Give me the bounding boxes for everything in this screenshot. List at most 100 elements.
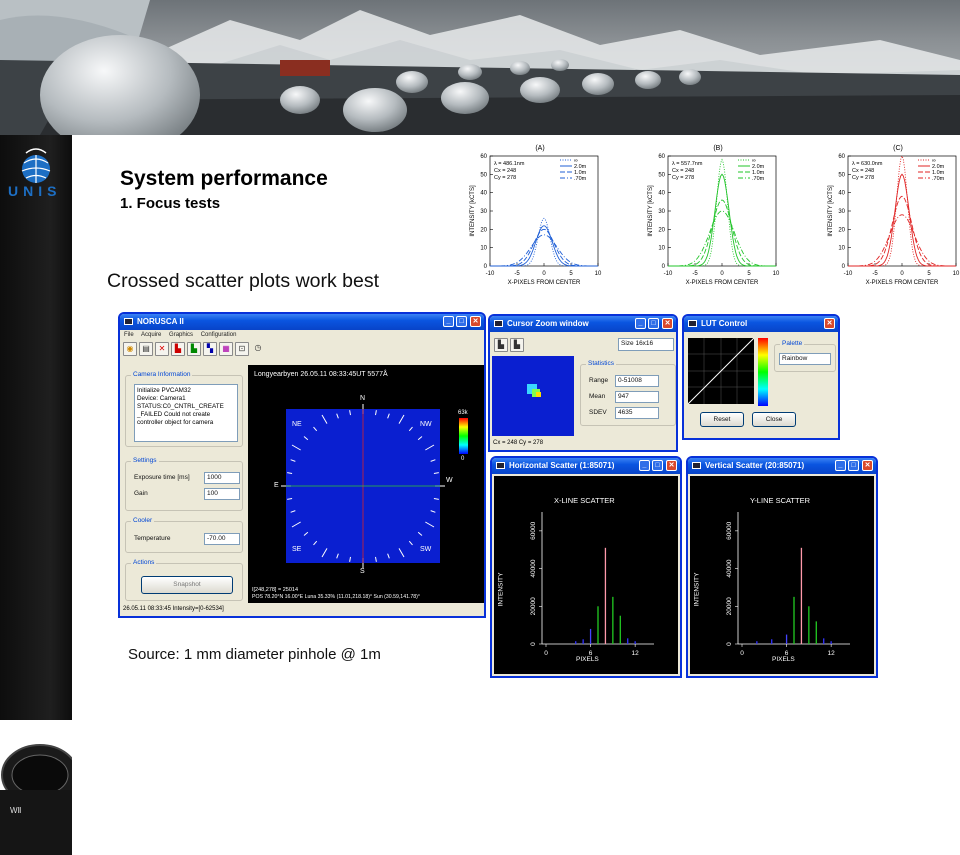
- compass-tick: [408, 540, 413, 546]
- scatter-icon[interactable]: ▙: [510, 338, 524, 352]
- menu-file[interactable]: File: [124, 332, 134, 338]
- actions-label: Actions: [131, 559, 157, 566]
- y-axis-label: INTENSITY [kCTS]: [648, 185, 654, 237]
- clock-icon[interactable]: ◷: [251, 342, 265, 356]
- legend-label: .70m: [932, 176, 945, 182]
- app-icon: [494, 320, 503, 327]
- compass-tick: [387, 413, 390, 419]
- zoom-size-select[interactable]: Size 16x16: [618, 338, 674, 351]
- reset-button[interactable]: Reset: [700, 412, 744, 427]
- close-button[interactable]: ✕: [824, 318, 835, 329]
- gain-label: Gain: [134, 490, 148, 497]
- hscatter-titlebar[interactable]: Horizontal Scatter (1:85071) _ □ ✕: [492, 458, 680, 474]
- vscatter-titlebar[interactable]: Vertical Scatter (20:85071) _ □ ✕: [688, 458, 876, 474]
- x-tick-label: 6: [589, 650, 593, 657]
- y-tick-label: 60: [480, 154, 487, 160]
- log-line: Device: Camera1: [137, 395, 186, 402]
- maximize-button[interactable]: □: [648, 318, 659, 329]
- window-title: NORUSCA II: [137, 317, 184, 326]
- close-button[interactable]: ✕: [470, 316, 481, 327]
- y-tick-label: 0: [530, 642, 537, 646]
- scatter-icon[interactable]: ▙: [187, 342, 201, 356]
- cooler-group: Cooler Temperature -70.00: [125, 517, 243, 553]
- stop-icon[interactable]: ✕: [155, 342, 169, 356]
- compass-tick: [375, 556, 377, 562]
- lut-curve[interactable]: [688, 338, 754, 404]
- hscatter-plot: X-LINE SCATTER INTENSITY PIXELS 0 20000 40…: [494, 476, 678, 674]
- unis-logo-text: UNIS: [8, 183, 62, 199]
- maximize-button[interactable]: □: [848, 460, 859, 471]
- menu-graphics[interactable]: Graphics: [169, 332, 193, 338]
- close-button[interactable]: ✕: [862, 460, 873, 471]
- colorbar-max: 63k: [458, 410, 468, 416]
- compass-sw: SW: [420, 546, 432, 553]
- colorbar-min: 0: [461, 456, 465, 462]
- menu-acquire[interactable]: Acquire: [141, 332, 161, 338]
- app-icon: [496, 462, 505, 469]
- close-lut-button[interactable]: Close: [752, 412, 796, 427]
- compass-tick: [287, 472, 293, 474]
- x-axis-label: X-PIXELS FROM CENTER: [686, 280, 759, 286]
- compass-tick: [408, 426, 413, 432]
- lambda-label: λ = 486.1nm: [494, 161, 525, 167]
- chart-icon[interactable]: ▙: [171, 342, 185, 356]
- window-title: LUT Control: [701, 319, 748, 328]
- intensity-curve: [490, 225, 598, 267]
- chart-icon[interactable]: ▙: [494, 338, 508, 352]
- minimize-button[interactable]: _: [635, 318, 646, 329]
- vertical-scatter-window[interactable]: Vertical Scatter (20:85071) _ □ ✕ Y-LINE…: [686, 456, 878, 678]
- norusca-titlebar[interactable]: NORUSCA II _ □ ✕: [120, 314, 484, 330]
- lut-titlebar[interactable]: LUT Control ✕: [684, 316, 838, 332]
- zoom-icon[interactable]: ⊡: [235, 342, 249, 356]
- x-tick-label: 5: [569, 271, 573, 277]
- palette-group: Palette Rainbow: [774, 340, 836, 372]
- histogram-icon[interactable]: ▚: [203, 342, 217, 356]
- palette-select[interactable]: Rainbow: [779, 353, 831, 365]
- minimize-button[interactable]: _: [835, 460, 846, 471]
- intensity-curve: [668, 173, 776, 267]
- y-tick-label: 20000: [530, 597, 537, 615]
- actions-group: Actions Snapshot: [125, 559, 243, 601]
- cx-label: Cx = 248: [494, 168, 516, 174]
- menu-configuration[interactable]: Configuration: [201, 332, 237, 338]
- save-icon[interactable]: ▤: [139, 342, 153, 356]
- zoom-titlebar[interactable]: Cursor Zoom window _ □ ✕: [490, 316, 676, 332]
- minimize-button[interactable]: _: [443, 316, 454, 327]
- close-button[interactable]: ✕: [666, 460, 677, 471]
- x-tick-label: 10: [953, 271, 960, 277]
- exposure-input[interactable]: 1000: [204, 472, 240, 484]
- toolbar: ◉ ▤ ✕ ▙ ▙ ▚ ▦ ⊡ ◷: [120, 341, 484, 357]
- horizontal-scatter-window[interactable]: Horizontal Scatter (1:85071) _ □ ✕ X-LIN…: [490, 456, 682, 678]
- y-tick-label: 50: [480, 172, 487, 178]
- window-title: Vertical Scatter (20:85071): [705, 461, 805, 470]
- gain-input[interactable]: 100: [204, 488, 240, 500]
- compass-tick: [398, 414, 405, 424]
- plot-label: (A): [535, 145, 544, 152]
- norusca-window[interactable]: NORUSCA II _ □ ✕ File Acquire Graphics C…: [118, 312, 486, 618]
- compass-tick: [313, 426, 318, 432]
- legend-label: .70m: [574, 176, 587, 182]
- compass-tick: [336, 553, 339, 559]
- intensity-curve: [668, 199, 776, 267]
- plot-label: (C): [893, 145, 903, 152]
- compass-tick: [387, 553, 390, 559]
- mean-label: Mean: [589, 393, 606, 400]
- maximize-button[interactable]: □: [652, 460, 663, 471]
- palette-icon[interactable]: ▦: [219, 342, 233, 356]
- y-tick-label: 0: [726, 642, 733, 646]
- x-tick-label: 0: [900, 271, 904, 277]
- open-icon[interactable]: ◉: [123, 342, 137, 356]
- lut-control-window[interactable]: LUT Control ✕ Palette Rainbow Reset Clos…: [682, 314, 840, 440]
- cursor-zoom-window[interactable]: Cursor Zoom window _ □ ✕ ▙ ▙ Size 16x16 …: [488, 314, 678, 452]
- maximize-button[interactable]: □: [456, 316, 467, 327]
- y-tick-label: 0: [484, 264, 488, 270]
- temperature-input[interactable]: -70.00: [204, 533, 240, 545]
- minimize-button[interactable]: _: [639, 460, 650, 471]
- snapshot-button[interactable]: Snapshot: [141, 576, 233, 594]
- camera-info-group: Camera Information Initialize PVCAM32 De…: [125, 371, 243, 447]
- x-axis-label: X-PIXELS FROM CENTER: [866, 280, 939, 286]
- close-button[interactable]: ✕: [662, 318, 673, 329]
- compass-tick: [303, 436, 309, 441]
- compass-tick: [375, 410, 377, 416]
- x-tick-label: 0: [544, 650, 548, 657]
